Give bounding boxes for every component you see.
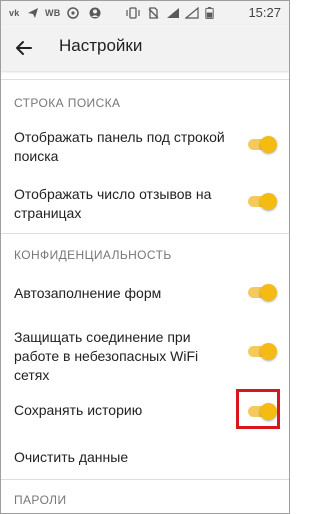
vibrate-icon bbox=[126, 7, 140, 19]
setting-label-save-history[interactable]: Сохранять историю bbox=[14, 401, 229, 420]
toggle-thumb bbox=[260, 343, 277, 360]
send-icon bbox=[28, 8, 38, 18]
account-icon bbox=[89, 7, 101, 19]
toggle-wifi-protection[interactable] bbox=[248, 343, 277, 360]
settings-list: СТРОКА ПОИСКА Отображать панель под стро… bbox=[1, 71, 289, 513]
whatsapp-icon bbox=[67, 7, 79, 19]
toggle-show-panel[interactable] bbox=[248, 136, 277, 153]
setting-label-autofill[interactable]: Автозаполнение форм bbox=[14, 284, 229, 303]
toggle-review-count[interactable] bbox=[248, 193, 277, 210]
vk-icon: vk bbox=[9, 8, 20, 18]
section-header-passwords: ПАРОЛИ bbox=[14, 493, 67, 507]
no-sim-icon bbox=[148, 7, 159, 19]
toggle-autofill[interactable] bbox=[248, 284, 277, 301]
section-divider bbox=[1, 479, 289, 480]
setting-label-wifi-protection[interactable]: Защищать соединение при работе в небезоп… bbox=[14, 328, 229, 385]
setting-label-review-count[interactable]: Отображать число отзывов на страницах bbox=[14, 185, 229, 223]
highlight-box bbox=[236, 389, 280, 429]
signal-icon bbox=[167, 8, 179, 18]
page-title: Настройки bbox=[59, 36, 143, 55]
toggle-thumb bbox=[260, 193, 277, 210]
battery-icon bbox=[205, 7, 214, 19]
toggle-thumb bbox=[260, 284, 277, 301]
section-header-search-bar: СТРОКА ПОИСКА bbox=[14, 96, 121, 110]
carrier-label: WB bbox=[45, 8, 61, 18]
clock: 15:27 bbox=[248, 5, 281, 20]
clear-data-item[interactable]: Очистить данные bbox=[14, 448, 229, 467]
section-header-privacy: КОНФИДЕНЦИАЛЬНОСТЬ bbox=[14, 248, 172, 262]
app-toolbar: Настройки bbox=[1, 25, 289, 71]
setting-label-show-panel[interactable]: Отображать панель под строкой поиска bbox=[14, 128, 229, 166]
status-bar: vk WB 15:27 bbox=[1, 1, 289, 25]
signal-icon-2 bbox=[185, 7, 199, 19]
toggle-thumb bbox=[260, 136, 277, 153]
section-divider bbox=[1, 79, 289, 80]
arrow-back-icon[interactable] bbox=[11, 35, 37, 61]
section-divider bbox=[1, 233, 289, 234]
settings-screen: vk WB 15:27 Настройки СТРОКА ПОИСКА Отоб… bbox=[0, 0, 290, 514]
